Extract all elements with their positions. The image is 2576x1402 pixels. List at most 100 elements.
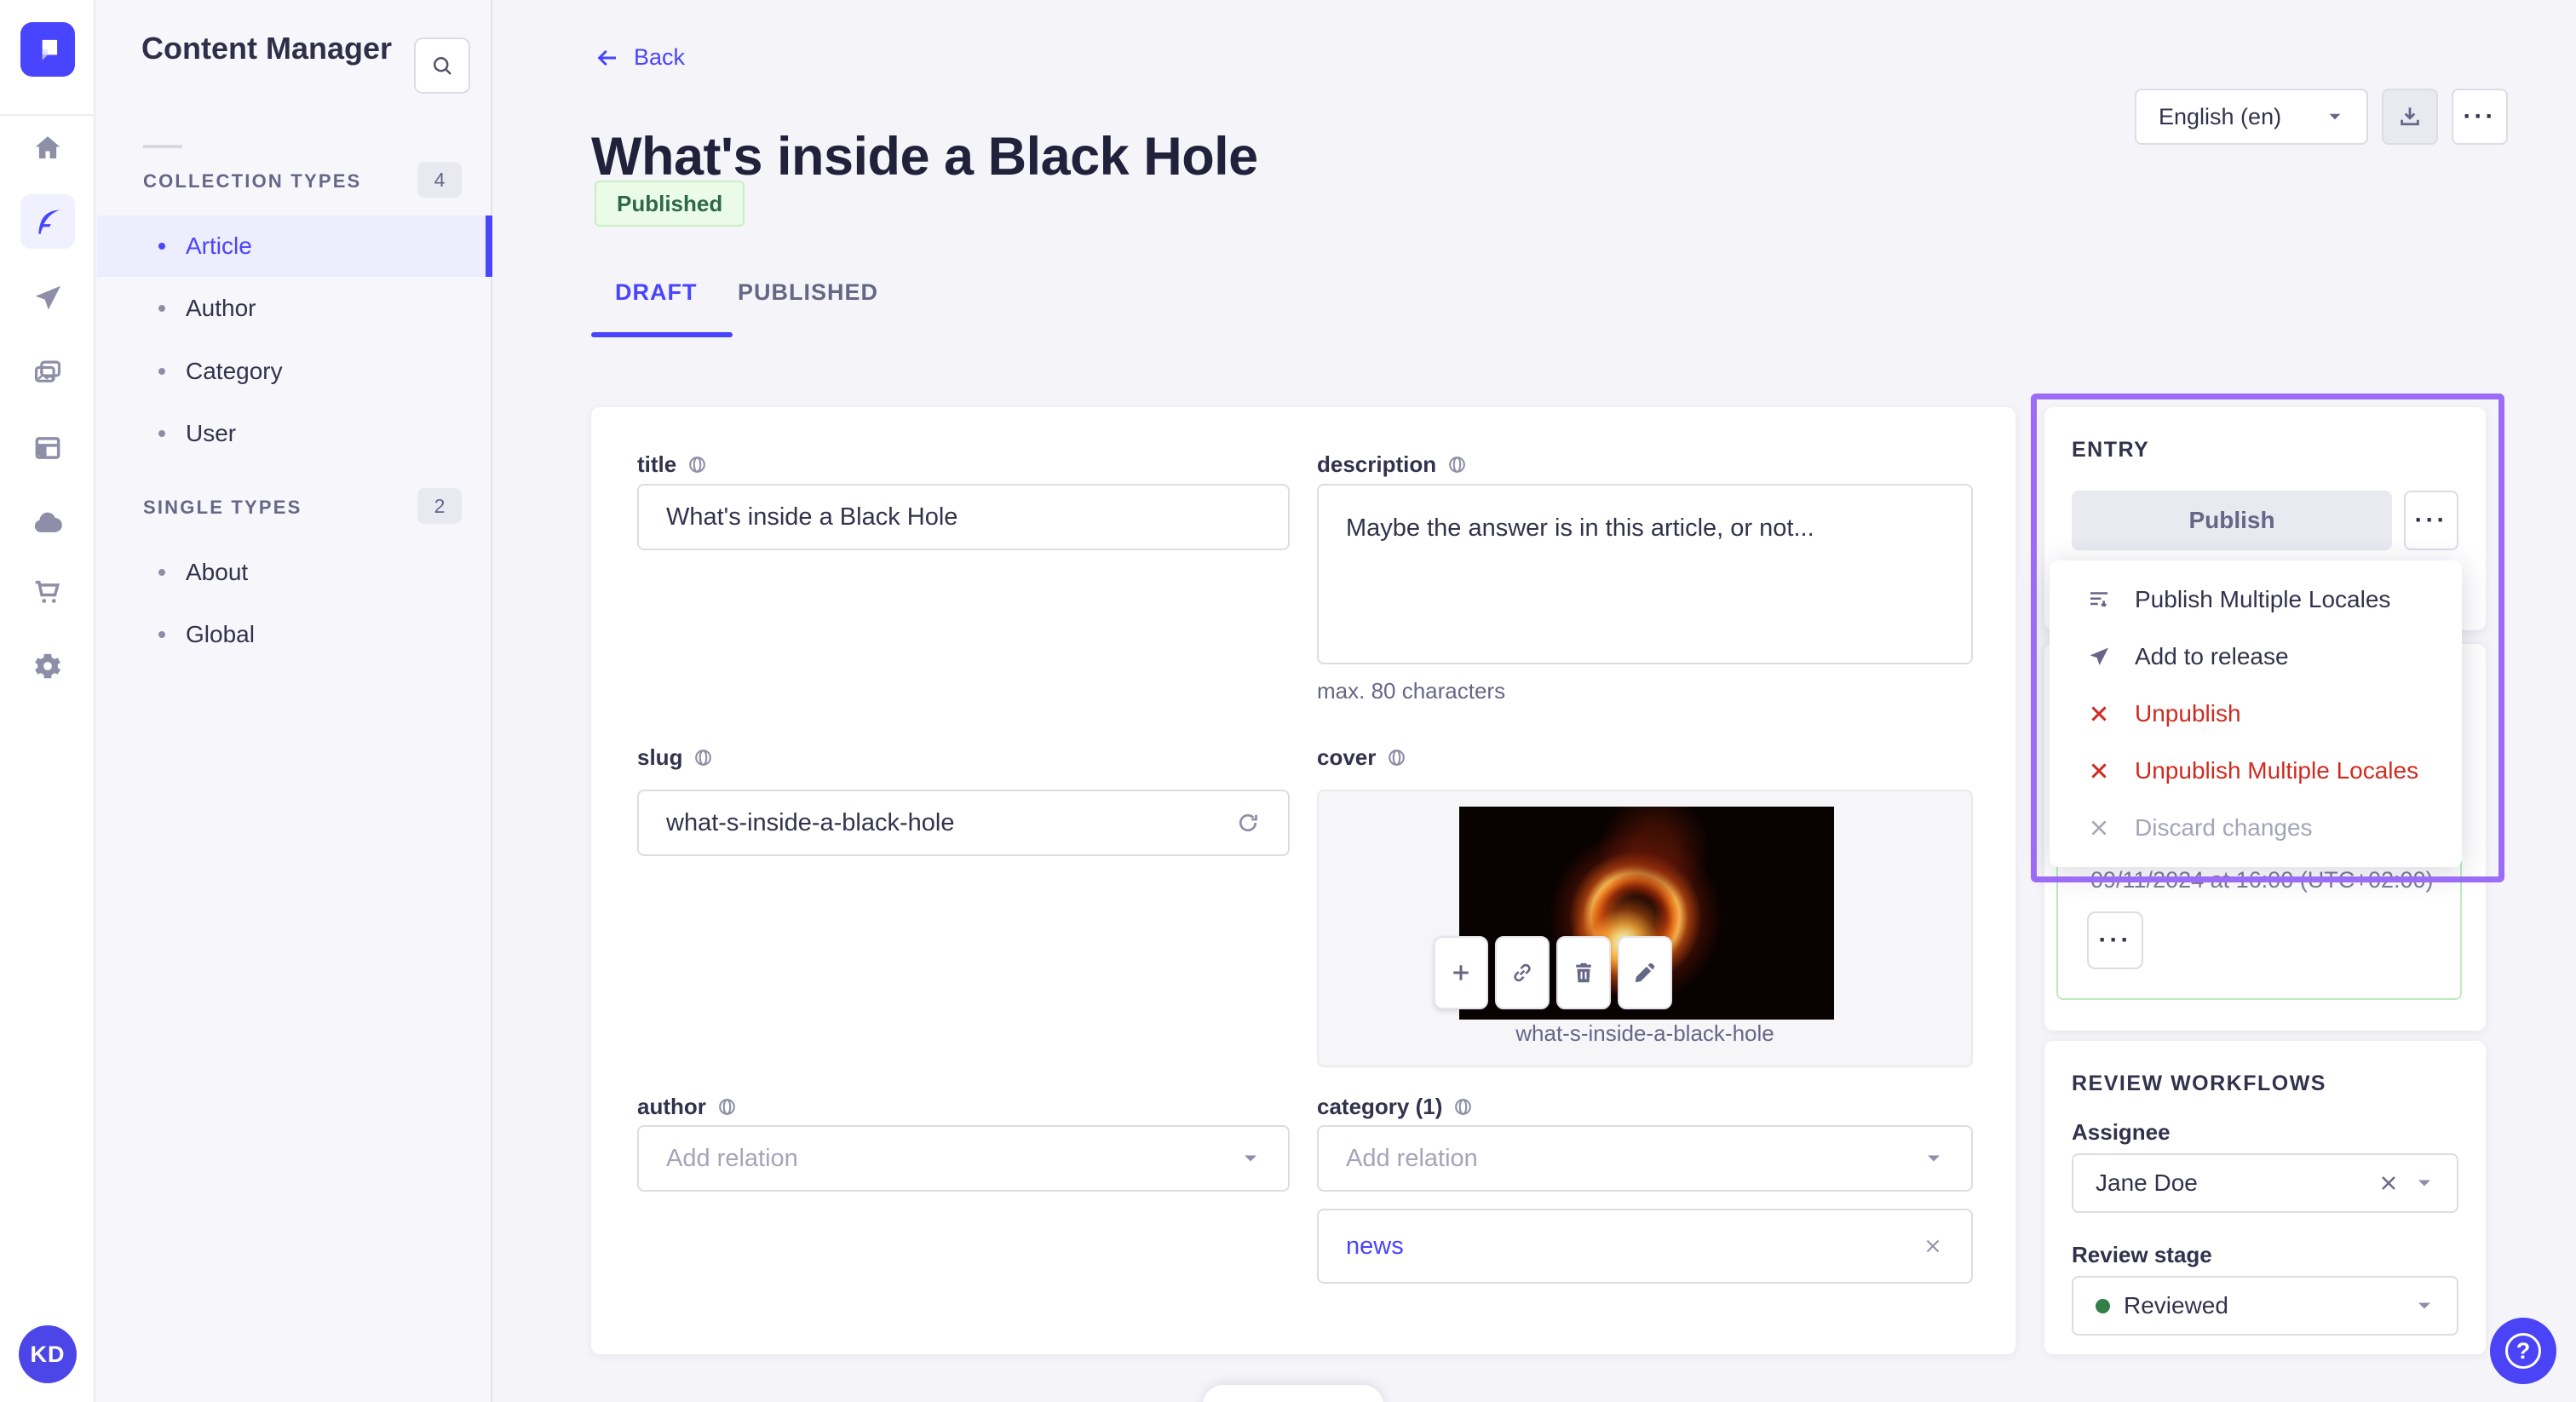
header-more-button[interactable]: ··· bbox=[2452, 89, 2508, 145]
search-icon bbox=[434, 57, 451, 75]
cover-actions bbox=[1434, 936, 1672, 1009]
category-field-label: category (1) bbox=[1317, 1094, 1474, 1120]
menu-item-unpublish[interactable]: Unpublish bbox=[2050, 700, 2462, 727]
description-value: Maybe the answer is in this article, or … bbox=[1346, 514, 1814, 542]
title-value: What's inside a Black Hole bbox=[666, 503, 958, 531]
link-icon bbox=[1514, 963, 1531, 982]
sidebar-item-label: Author bbox=[186, 295, 256, 321]
locale-globe-icon bbox=[1455, 1099, 1472, 1115]
edit-form-card: title What's inside a Black Hole descrip… bbox=[591, 407, 2015, 1354]
stage-status-dot bbox=[2096, 1298, 2110, 1313]
review-stage-select[interactable]: Reviewed bbox=[2072, 1276, 2458, 1336]
chevron-down-icon bbox=[2418, 1302, 2430, 1309]
content-manager-sidebar: Content Manager COLLECTION TYPES 4 Artic… bbox=[97, 0, 492, 1402]
settings-gear-icon[interactable] bbox=[20, 639, 75, 693]
release-schedule-date: 09/11/2024 at 16:00 (UTC+02:00) bbox=[2090, 867, 2434, 893]
sidebar-item-article[interactable]: Article bbox=[97, 215, 492, 277]
slug-field-label: slug bbox=[637, 744, 714, 771]
assignee-value: Jane Doe bbox=[2096, 1169, 2198, 1196]
locale-select[interactable]: English (en) bbox=[2135, 89, 2368, 145]
review-workflows-panel: REVIEW WORKFLOWS Assignee Jane Doe Revie… bbox=[2044, 1041, 2486, 1354]
locale-globe-icon bbox=[719, 1099, 735, 1115]
bullet-icon bbox=[158, 631, 165, 638]
description-field-label: description bbox=[1317, 451, 1468, 478]
sidebar-item-user[interactable]: User bbox=[97, 403, 492, 464]
menu-item-label: Publish Multiple Locales bbox=[2135, 585, 2391, 612]
locale-value: English (en) bbox=[2159, 103, 2282, 129]
add-media-button[interactable] bbox=[1434, 936, 1488, 1009]
sidebar-item-category[interactable]: Category bbox=[97, 341, 492, 402]
sidebar-item-author[interactable]: Author bbox=[97, 278, 492, 339]
sidebar-item-label: About bbox=[186, 559, 249, 585]
close-icon bbox=[1926, 1239, 1940, 1253]
author-placeholder: Add relation bbox=[666, 1144, 798, 1172]
sidebar-item-label: Article bbox=[186, 233, 252, 259]
question-mark-icon: ? bbox=[2505, 1333, 2541, 1369]
tab-published[interactable]: PUBLISHED bbox=[738, 279, 878, 306]
sidebar-item-about[interactable]: About bbox=[97, 542, 492, 603]
publish-button[interactable]: Publish bbox=[2072, 491, 2392, 550]
marketplace-cart-icon[interactable] bbox=[20, 565, 75, 619]
menu-item-label: Unpublish Multiple Locales bbox=[2135, 757, 2419, 784]
locale-globe-icon bbox=[1449, 457, 1466, 473]
cross-icon bbox=[2085, 816, 2113, 840]
list-plus-icon bbox=[2085, 587, 2113, 612]
cover-media-card: what-s-inside-a-black-hole bbox=[1317, 790, 1973, 1067]
remove-relation-button[interactable] bbox=[1922, 1235, 1944, 1257]
category-relation-item[interactable]: news bbox=[1317, 1209, 1973, 1284]
download-icon bbox=[2401, 107, 2419, 126]
strapi-admin: KD Content Manager COLLECTION TYPES 4 Ar… bbox=[0, 0, 2576, 1402]
entry-more-button[interactable]: ··· bbox=[2404, 491, 2458, 550]
media-library-icon[interactable] bbox=[20, 345, 75, 399]
back-link[interactable]: Back bbox=[595, 44, 685, 71]
category-relation-select[interactable]: Add relation bbox=[1317, 1125, 1973, 1192]
tab-draft[interactable]: DRAFT bbox=[615, 279, 697, 306]
release-more-button[interactable]: ··· bbox=[2087, 911, 2143, 969]
sidebar-item-global[interactable]: Global bbox=[97, 604, 492, 665]
releases-icon[interactable] bbox=[20, 271, 75, 325]
sidebar-item-label: Category bbox=[186, 358, 283, 384]
menu-item-publish-multiple-locales[interactable]: Publish Multiple Locales bbox=[2050, 586, 2462, 613]
bullet-icon bbox=[158, 430, 165, 437]
strapi-logo[interactable] bbox=[20, 22, 75, 77]
menu-item-label: Discard changes bbox=[2135, 814, 2313, 842]
slug-value: what-s-inside-a-black-hole bbox=[666, 808, 955, 836]
plus-icon bbox=[1453, 965, 1469, 980]
ellipsis-icon: ··· bbox=[2098, 926, 2132, 954]
slug-input[interactable]: what-s-inside-a-black-hole bbox=[637, 790, 1290, 856]
home-icon[interactable] bbox=[20, 121, 75, 175]
description-textarea[interactable]: Maybe the answer is in this article, or … bbox=[1317, 484, 1973, 664]
menu-item-discard-changes[interactable]: Discard changes bbox=[2050, 814, 2462, 842]
review-workflows-heading: REVIEW WORKFLOWS bbox=[2072, 1072, 2326, 1095]
relation-link[interactable]: news bbox=[1346, 1232, 1404, 1261]
menu-item-label: Add to release bbox=[2135, 642, 2289, 669]
delete-media-button[interactable] bbox=[1556, 936, 1611, 1009]
nav-rail: KD bbox=[0, 0, 95, 1402]
page-title: What's inside a Black Hole bbox=[591, 127, 1258, 187]
locale-globe-icon bbox=[695, 750, 712, 766]
menu-item-unpublish-multiple-locales[interactable]: Unpublish Multiple Locales bbox=[2050, 757, 2462, 784]
sidebar-title: Content Manager bbox=[141, 31, 393, 66]
content-manager-icon[interactable] bbox=[20, 194, 75, 249]
export-button[interactable] bbox=[2382, 89, 2438, 145]
copy-link-button[interactable] bbox=[1495, 936, 1550, 1009]
section-single-types: SINGLE TYPES bbox=[143, 497, 302, 518]
collection-types-count-badge: 4 bbox=[417, 162, 462, 198]
bullet-icon bbox=[158, 305, 165, 312]
user-avatar[interactable]: KD bbox=[19, 1325, 77, 1383]
search-button[interactable] bbox=[414, 37, 470, 94]
menu-item-add-to-release[interactable]: Add to release bbox=[2050, 643, 2462, 670]
category-placeholder: Add relation bbox=[1346, 1144, 1478, 1172]
floating-bar-peek bbox=[1203, 1385, 1383, 1402]
content-type-builder-icon[interactable] bbox=[20, 421, 75, 475]
help-button[interactable]: ? bbox=[2490, 1318, 2556, 1384]
chevron-down-icon bbox=[2329, 113, 2341, 120]
author-relation-select[interactable]: Add relation bbox=[637, 1125, 1290, 1192]
title-input[interactable]: What's inside a Black Hole bbox=[637, 484, 1290, 550]
edit-media-button[interactable] bbox=[1618, 936, 1672, 1009]
chevron-down-icon bbox=[2418, 1180, 2430, 1187]
cloud-icon[interactable] bbox=[20, 496, 75, 550]
title-field-label: title bbox=[637, 451, 708, 478]
assignee-select[interactable]: Jane Doe bbox=[2072, 1153, 2458, 1213]
back-label: Back bbox=[634, 44, 686, 70]
